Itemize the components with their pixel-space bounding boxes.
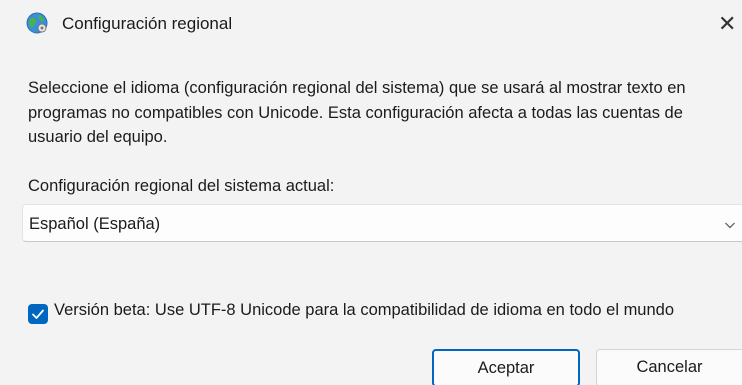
locale-selected-value: Español (España)	[29, 215, 161, 233]
close-icon: ✕	[718, 11, 737, 36]
chevron-down-icon	[724, 218, 736, 230]
title-bar: Configuración regional ✕	[0, 0, 742, 50]
checkmark-icon	[32, 309, 44, 319]
system-locale-dropdown[interactable]: Español (España)	[22, 204, 742, 242]
utf8-beta-label[interactable]: Versión beta: Use UTF-8 Unicode para la …	[54, 298, 734, 323]
locale-label: Configuración regional del sistema actua…	[28, 177, 335, 195]
close-button[interactable]: ✕	[718, 8, 742, 40]
dialog-content: Seleccione el idioma (configuración regi…	[0, 52, 742, 385]
description-text: Seleccione el idioma (configuración regi…	[28, 79, 686, 146]
window-title: Configuración regional	[62, 14, 233, 33]
utf8-beta-checkbox[interactable]	[28, 304, 48, 324]
accept-button[interactable]: Aceptar	[432, 349, 580, 385]
region-settings-dialog: Configuración regional ✕ Seleccione el i…	[0, 0, 742, 385]
cancel-button[interactable]: Cancelar	[596, 349, 742, 385]
globe-icon	[26, 12, 48, 34]
